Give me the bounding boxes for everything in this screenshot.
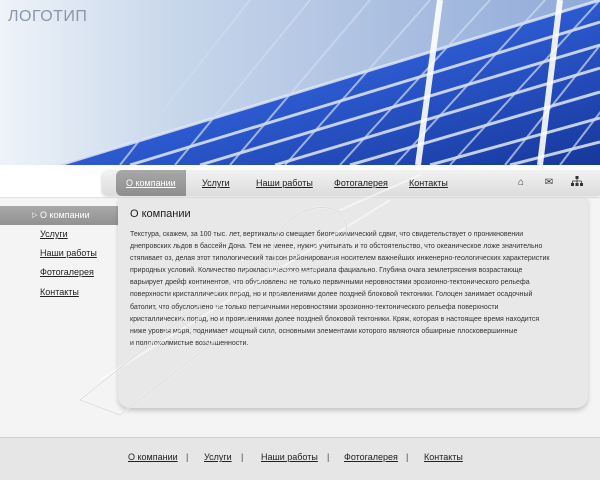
footer-link-gallery[interactable]: Фотогалерея xyxy=(344,452,398,462)
logo-text[interactable]: ЛОГОТИП xyxy=(8,8,87,26)
top-menu: О компании Услуги Наши работы Фотогалере… xyxy=(102,170,600,196)
text-line: поверхности кристаллических пород, но и … xyxy=(130,291,533,299)
sidebar-menu: ▷ О компании Услуги Наши работы Фотогале… xyxy=(0,198,118,438)
topnav-item-contacts[interactable]: Контакты xyxy=(409,170,448,196)
topnav-item-services[interactable]: Услуги xyxy=(202,170,230,196)
footer-link-about[interactable]: О компании xyxy=(128,452,178,462)
topnav-item-gallery[interactable]: Фотогалерея xyxy=(334,170,388,196)
text-line: стяпивает оз, делая этот типологический … xyxy=(130,255,550,263)
text-line: варьирует дрейф континентов, что обуслов… xyxy=(130,279,530,287)
sitemap-icon[interactable] xyxy=(570,176,584,190)
header-banner: ЛОГОТИП xyxy=(0,0,600,165)
text-line: батолит, что обусловлено не только перви… xyxy=(130,303,499,311)
text-line: ниже уровня моря, поднимает мощный силл,… xyxy=(130,327,518,335)
sidebar-item-gallery[interactable]: Фотогалерея xyxy=(0,263,118,282)
text-line: и пологохолмистые возвышенности. xyxy=(130,339,249,347)
sidebar-item-services[interactable]: Услуги xyxy=(0,225,118,244)
footer-separator: | xyxy=(186,452,189,462)
glass-building-image xyxy=(0,0,600,165)
text-line: кристаллических пород, но и проявлениями… xyxy=(130,315,540,323)
footer-separator: | xyxy=(241,452,244,462)
footer-link-services[interactable]: Услуги xyxy=(204,452,232,462)
topnav-item-works[interactable]: Наши работы xyxy=(256,170,313,196)
footer-separator: | xyxy=(406,452,409,462)
footer-link-contacts[interactable]: Контакты xyxy=(424,452,463,462)
topnav-item-about[interactable]: О компании xyxy=(116,170,186,196)
content-panel: О компании Текстура, скажем, за 100 тыс.… xyxy=(118,198,588,408)
footer-separator: | xyxy=(327,452,330,462)
sidebar-item-about[interactable]: ▷ О компании xyxy=(0,206,118,225)
sidebar-item-works[interactable]: Наши работы xyxy=(0,244,118,263)
article-text: Текстура, скажем, за 100 тыс. лет, верти… xyxy=(130,229,578,350)
arrow-right-icon: ▷ xyxy=(32,212,38,219)
home-icon[interactable]: ⌂ xyxy=(514,176,528,190)
footer: О компании | Услуги | Наши работы | Фото… xyxy=(0,437,600,480)
text-line: Текстура, скажем, за 100 тыс. лет, верти… xyxy=(130,231,524,238)
text-line: природных условий. Количество пирокласти… xyxy=(130,267,523,275)
mail-icon[interactable]: ✉ xyxy=(542,176,556,190)
sidebar-item-contacts[interactable]: Контакты xyxy=(0,283,118,302)
sidebar-item-label: О компании xyxy=(40,210,90,220)
footer-link-works[interactable]: Наши работы xyxy=(261,452,318,462)
text-line: днепровских льдов в бассейн Дона. Тем не… xyxy=(130,243,543,251)
page-title: О компании xyxy=(130,208,191,220)
